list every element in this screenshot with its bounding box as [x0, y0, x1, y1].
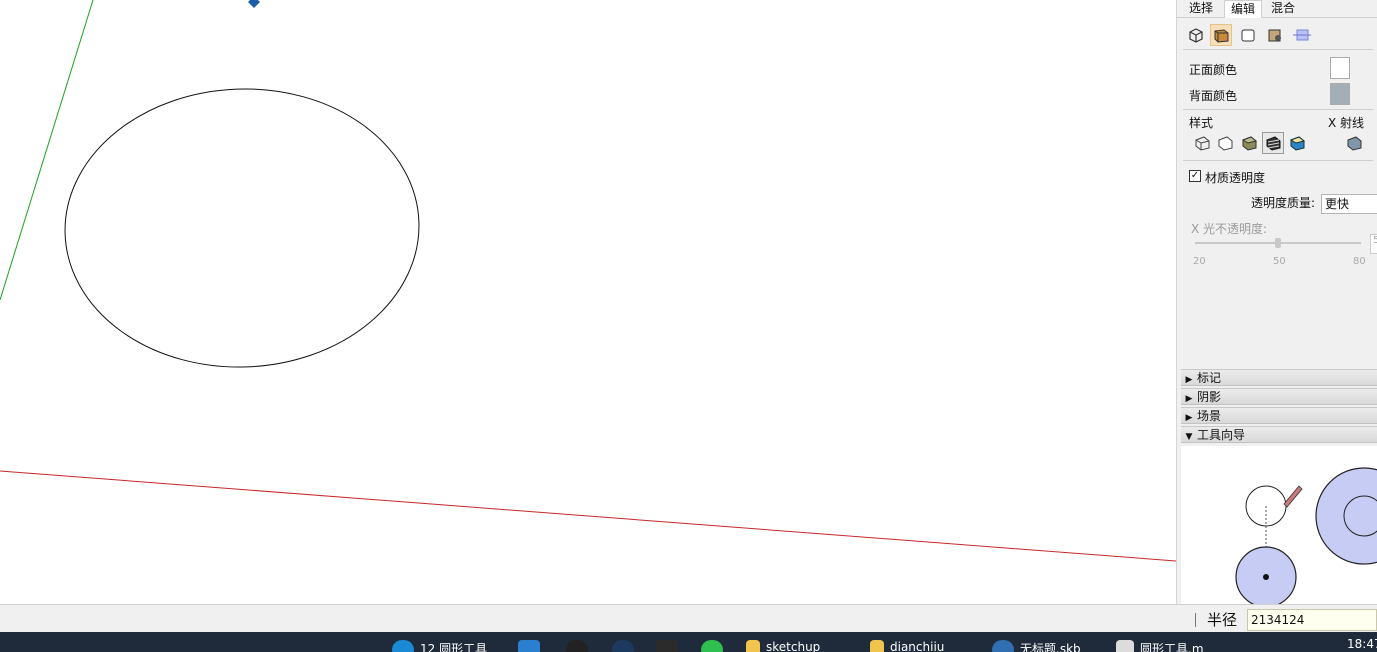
watermark-settings-button[interactable]	[1264, 24, 1286, 46]
style-label: 样式	[1189, 116, 1214, 130]
watermark-settings-icon	[1268, 29, 1281, 42]
edge-icon	[392, 640, 414, 652]
taskbar-item-label: 无标题.skb	[1020, 642, 1081, 652]
status-divider	[1195, 613, 1196, 627]
back-color-swatch[interactable]	[1330, 83, 1350, 105]
material-transparency-checkbox[interactable]: ✓	[1189, 170, 1201, 182]
taskbar-item-label: 圆形工具.m	[1140, 642, 1204, 652]
instructor-illustration	[1181, 446, 1377, 604]
folder-icon	[870, 640, 884, 652]
axis-origin-marker	[248, 0, 260, 8]
taskbar-item-sketchup-file[interactable]: 无标题.skb	[992, 640, 1081, 652]
shaded-icon	[1241, 136, 1258, 151]
epic-icon	[656, 640, 678, 652]
transparency-quality-label: 透明度质量:	[1251, 196, 1316, 210]
slider-tick: 50	[1273, 256, 1286, 267]
drawn-circle[interactable]	[60, 83, 423, 373]
steam-icon	[612, 640, 634, 652]
front-color-swatch[interactable]	[1330, 57, 1350, 79]
red-axis	[0, 470, 1176, 562]
shaded-textures-style-button[interactable]	[1262, 132, 1284, 154]
section-label: 阴影	[1197, 390, 1222, 404]
hidden-line-style-button[interactable]	[1214, 132, 1236, 154]
measurements-input[interactable]: 2134124	[1247, 609, 1377, 631]
section-shadows[interactable]: ▶ 阴影	[1181, 388, 1377, 405]
monochrome-style-button[interactable]	[1286, 132, 1308, 154]
taskbar-item-wechat[interactable]	[701, 640, 729, 652]
wireframe-icon	[1195, 136, 1210, 151]
taskbar-item-browser[interactable]: 12 圆形工具	[392, 640, 487, 652]
section-label: 场景	[1197, 409, 1222, 423]
section-label: 标记	[1197, 371, 1222, 385]
folder-icon	[746, 640, 760, 652]
sketchup-window: 选择 编辑 混合 正面颜色 背面颜色 样式 X 射线 ✓ 材质透明度 透明度质量…	[0, 0, 1377, 652]
divider	[1183, 49, 1373, 50]
taskbar-item-document[interactable]: 圆形工具.m	[1116, 640, 1204, 652]
slider-tick: 80	[1353, 256, 1366, 267]
taskbar-item-label: sketchup	[766, 640, 821, 652]
slider-tick: 20	[1193, 256, 1206, 267]
vscode-icon	[518, 640, 540, 652]
collapse-triangle-icon: ▼	[1185, 432, 1193, 442]
edge-settings-icon	[1189, 28, 1203, 43]
instructor-diagram	[1235, 467, 1377, 604]
tab-select[interactable]: 选择	[1183, 0, 1219, 18]
xray-icon	[1347, 136, 1362, 151]
taskbar-item-steam[interactable]	[612, 640, 640, 652]
taskbar-item-folder-dianchiiu[interactable]: dianchiiu	[870, 640, 944, 652]
sketchup-icon	[992, 640, 1014, 652]
xray-label: X 射线	[1328, 116, 1365, 130]
wechat-icon	[701, 640, 723, 652]
modeling-settings-icon	[1293, 29, 1311, 41]
expand-triangle-icon: ▶	[1185, 375, 1193, 385]
section-scenes[interactable]: ▶ 场景	[1181, 407, 1377, 424]
background-settings-button[interactable]	[1237, 24, 1259, 46]
taskbar-item-vscode[interactable]	[518, 640, 546, 652]
taskbar-item-qq[interactable]	[566, 640, 594, 652]
hidden-line-icon	[1218, 136, 1233, 151]
windows-taskbar: 12 圆形工具 sketchup dianchiiu 无标题.skb 圆形工具.…	[0, 632, 1377, 652]
monochrome-icon	[1289, 136, 1306, 151]
xray-opacity-value-field[interactable]: 5	[1370, 234, 1377, 254]
back-color-label: 背面颜色	[1189, 89, 1238, 103]
default-tray: 选择 编辑 混合 正面颜色 背面颜色 样式 X 射线 ✓ 材质透明度 透明度质量…	[1176, 0, 1377, 604]
taskbar-item-epic[interactable]	[656, 640, 684, 652]
shaded-style-button[interactable]	[1238, 132, 1260, 154]
background-settings-icon	[1241, 29, 1255, 42]
taskbar-item-label: 12 圆形工具	[420, 642, 488, 652]
style-tabs: 选择 编辑 混合	[1177, 0, 1377, 18]
divider	[1183, 109, 1373, 110]
drawing-viewport[interactable]	[0, 0, 1176, 604]
viewport-canvas[interactable]	[0, 0, 1176, 604]
tab-mix[interactable]: 混合	[1265, 0, 1301, 18]
wireframe-style-button[interactable]	[1191, 132, 1213, 154]
section-instructor[interactable]: ▼ 工具向导	[1181, 426, 1377, 443]
modeling-settings-button[interactable]	[1291, 24, 1313, 46]
expand-triangle-icon: ▶	[1185, 413, 1193, 423]
xray-opacity-slider-thumb[interactable]	[1275, 238, 1281, 248]
status-bar: 半径 2134124	[0, 604, 1377, 632]
taskbar-item-folder-sketchup[interactable]: sketchup	[746, 640, 820, 652]
edge-settings-button[interactable]	[1185, 24, 1207, 46]
transparency-quality-select[interactable]: 更快	[1321, 194, 1377, 214]
measurements-label: 半径	[1207, 611, 1238, 629]
section-tags[interactable]: ▶ 标记	[1181, 369, 1377, 386]
expand-triangle-icon: ▶	[1185, 394, 1193, 404]
shaded-textures-icon	[1266, 136, 1281, 151]
green-axis	[0, 0, 94, 301]
qq-icon	[566, 640, 588, 652]
material-transparency-label: 材质透明度	[1205, 171, 1266, 185]
tab-edit[interactable]: 编辑	[1224, 0, 1263, 18]
front-color-label: 正面颜色	[1189, 63, 1238, 77]
taskbar-item-label: dianchiiu	[890, 640, 945, 652]
taskbar-clock[interactable]: 18:47	[1347, 637, 1377, 651]
xray-toggle-button[interactable]	[1343, 132, 1365, 154]
section-label: 工具向导	[1197, 428, 1246, 442]
face-settings-icon	[1214, 29, 1229, 43]
document-icon	[1116, 640, 1134, 652]
divider	[1183, 160, 1373, 161]
face-settings-button[interactable]	[1210, 24, 1232, 46]
xray-opacity-label: X 光不透明度:	[1191, 222, 1268, 236]
